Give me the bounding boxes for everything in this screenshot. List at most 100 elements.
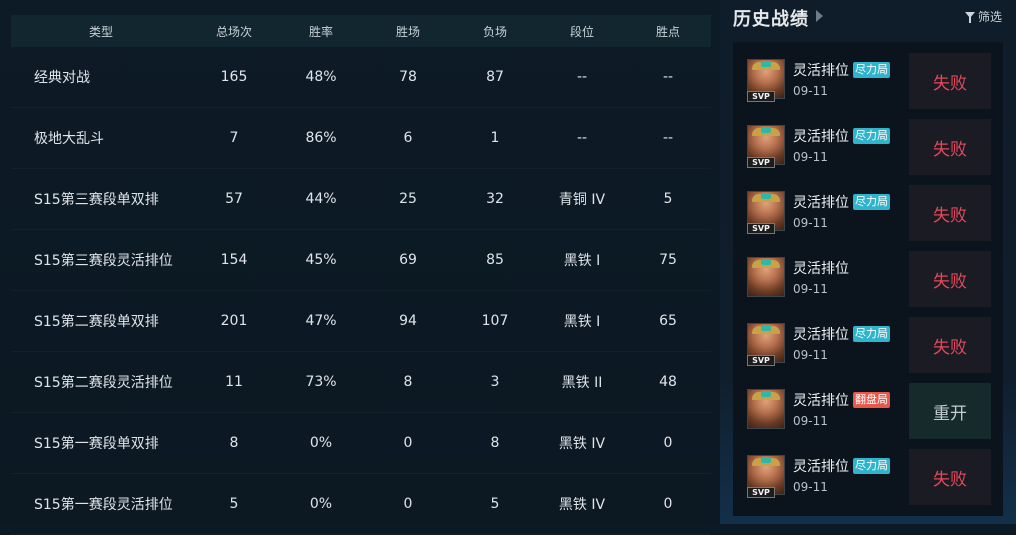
table-cell: 44% xyxy=(305,191,337,207)
table-row: S15第三赛段灵活排位 154 45% 69 85 黑铁 I 75 xyxy=(11,230,711,291)
table-cell: 黑铁 I xyxy=(563,253,601,269)
match-mode: 灵活排位 xyxy=(793,63,849,79)
table-row: S15第三赛段单双排 57 44% 25 32 青铜 IV 5 xyxy=(11,169,711,230)
table-cell: 75 xyxy=(659,252,677,268)
table-cell: 0 xyxy=(403,496,413,512)
column-header: 胜率 xyxy=(308,24,333,39)
table-cell: -- xyxy=(576,69,588,85)
table-cell: 6 xyxy=(403,130,413,146)
filter-icon xyxy=(964,11,975,23)
match-item[interactable]: SVP 灵活排位 尽力局 09-11 失败 xyxy=(733,108,1003,175)
table-cell: 94 xyxy=(399,313,417,329)
table-cell: 0 xyxy=(403,435,413,451)
stats-panel: 类型 总场次 胜率 胜场 负场 段位 胜点 经典对战 165 48% 78 87 -- -- 极地大乱斗 7… xyxy=(0,0,720,535)
stats-table-header: 类型 总场次 胜率 胜场 负场 段位 胜点 xyxy=(11,15,711,47)
match-mode: 灵活排位 xyxy=(793,327,849,343)
match-date: 09-11 xyxy=(793,216,828,230)
svp-badge: SVP xyxy=(747,355,775,366)
filter-button[interactable]: 筛选 xyxy=(964,8,1002,25)
table-cell: S15第二赛段单双排 xyxy=(34,314,159,330)
svp-badge: SVP xyxy=(747,91,775,102)
table-cell: 65 xyxy=(659,313,677,329)
table-cell: 47% xyxy=(305,313,337,329)
match-item[interactable]: SVP 灵活排位 尽力局 09-11 失败 xyxy=(733,306,1003,373)
table-cell: S15第二赛段灵活排位 xyxy=(34,375,173,391)
match-result[interactable]: 失败 xyxy=(909,53,991,109)
chevron-right-icon[interactable] xyxy=(816,10,823,22)
table-cell: 32 xyxy=(486,191,504,207)
table-cell: 黑铁 II xyxy=(561,375,603,391)
column-header: 段位 xyxy=(569,24,594,39)
match-result[interactable]: 重开 xyxy=(909,383,991,439)
table-cell: 8 xyxy=(490,435,500,451)
table-cell: 0% xyxy=(309,435,333,451)
table-cell: 11 xyxy=(225,374,243,390)
history-title: 历史战绩 xyxy=(733,9,809,30)
table-cell: 8 xyxy=(403,374,413,390)
filter-label: 筛选 xyxy=(977,10,1002,24)
match-result[interactable]: 失败 xyxy=(909,119,991,175)
match-result[interactable]: 失败 xyxy=(909,185,991,241)
match-tag-badge: 尽力局 xyxy=(853,458,890,474)
table-cell: 85 xyxy=(486,252,504,268)
match-item[interactable]: 灵活排位 翻盘局 09-11 重开 xyxy=(733,372,1003,439)
column-header: 负场 xyxy=(482,24,507,39)
match-item[interactable]: SVP 灵活排位 尽力局 09-11 失败 xyxy=(733,438,1003,505)
match-tag-badge: 尽力局 xyxy=(853,194,890,210)
svp-badge: SVP xyxy=(747,157,775,168)
svp-badge: SVP xyxy=(747,487,775,498)
match-item[interactable]: 灵活排位 09-11 失败 xyxy=(733,240,1003,307)
table-cell: S15第三赛段单双排 xyxy=(34,192,159,208)
table-row: 经典对战 165 48% 78 87 -- -- xyxy=(11,47,711,108)
column-header: 胜场 xyxy=(395,24,420,39)
stats-table-body: 经典对战 165 48% 78 87 -- -- 极地大乱斗 7 86% 6 1 -- -- S15第三赛段… xyxy=(11,47,711,535)
table-cell: 青铜 IV xyxy=(558,192,606,208)
table-cell: 0 xyxy=(663,496,673,512)
table-cell: 25 xyxy=(399,191,417,207)
match-date: 09-11 xyxy=(793,480,828,494)
match-result[interactable]: 失败 xyxy=(909,251,991,307)
table-cell: 经典对战 xyxy=(34,70,90,86)
table-cell: 73% xyxy=(305,374,337,390)
match-tag-badge: 尽力局 xyxy=(853,62,890,78)
table-cell: 69 xyxy=(399,252,417,268)
stats-table: 类型 总场次 胜率 胜场 负场 段位 胜点 经典对战 165 48% 78 87 -- -- 极地大乱斗 7… xyxy=(11,15,711,535)
table-row: S15第二赛段单双排 201 47% 94 107 黑铁 I 65 xyxy=(11,291,711,352)
table-cell: 48% xyxy=(305,69,337,85)
match-item[interactable]: SVP 灵活排位 尽力局 09-11 失败 xyxy=(733,174,1003,241)
column-header: 类型 xyxy=(88,24,113,39)
table-cell: S15第一赛段单双排 xyxy=(34,436,159,452)
match-date: 09-11 xyxy=(793,414,828,428)
table-cell: 87 xyxy=(486,69,504,85)
match-date: 09-11 xyxy=(793,348,828,362)
table-cell: S15第三赛段灵活排位 xyxy=(34,253,173,269)
table-row: S15第二赛段灵活排位 11 73% 8 3 黑铁 II 48 xyxy=(11,352,711,413)
match-result[interactable]: 失败 xyxy=(909,317,991,373)
table-cell: 86% xyxy=(305,130,337,146)
match-date: 09-11 xyxy=(793,282,828,296)
match-mode: 灵活排位 xyxy=(793,459,849,475)
champion-avatar xyxy=(747,257,785,297)
column-header: 胜点 xyxy=(655,24,680,39)
table-cell: 45% xyxy=(305,252,337,268)
table-cell: -- xyxy=(662,130,674,146)
match-mode: 灵活排位 xyxy=(793,129,849,145)
table-cell: 165 xyxy=(220,69,248,85)
champion-avatar xyxy=(747,389,785,429)
table-cell: 7 xyxy=(229,130,239,146)
table-cell: -- xyxy=(576,130,588,146)
table-cell: 0 xyxy=(663,435,673,451)
match-mode: 灵活排位 xyxy=(793,195,849,211)
table-cell: 8 xyxy=(229,435,239,451)
svp-badge: SVP xyxy=(747,223,775,234)
history-panel: 历史战绩 筛选 SVP 灵活排位 尽力局 09-11 失败 SVP 灵活排位 尽力局 09-11… xyxy=(720,0,1016,524)
table-cell: 107 xyxy=(481,313,509,329)
match-tag-badge: 尽力局 xyxy=(853,128,890,144)
match-result[interactable]: 失败 xyxy=(909,449,991,505)
table-cell: 0% xyxy=(309,496,333,512)
match-item[interactable]: SVP 灵活排位 尽力局 09-11 失败 xyxy=(733,42,1003,109)
table-cell: 5 xyxy=(663,191,673,207)
table-cell: 1 xyxy=(490,130,500,146)
table-cell: 78 xyxy=(399,69,417,85)
table-cell: 201 xyxy=(220,313,248,329)
